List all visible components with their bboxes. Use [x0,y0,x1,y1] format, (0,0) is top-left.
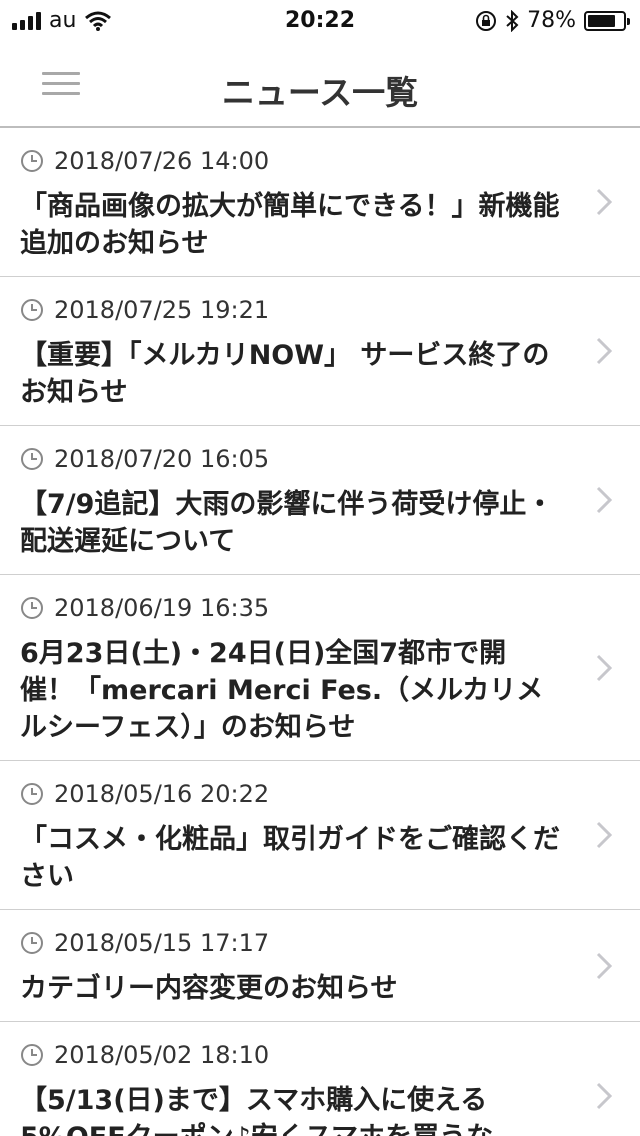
news-date: 2018/05/15 17:17 [54,929,270,957]
clock-icon [21,299,43,321]
news-title: 6月23日(土)・24日(日)全国7都市で開催！「mercari Merci F… [20,638,544,743]
chevron-right-icon [596,1082,612,1110]
battery-icon [584,10,630,31]
battery-fill [588,14,615,27]
news-date: 2018/05/02 18:10 [54,1041,270,1069]
news-date-row: 2018/06/19 16:35 [20,593,560,623]
clock-icon [21,1044,43,1066]
news-date: 2018/07/25 19:21 [54,296,270,324]
status-right: 78% [475,8,630,33]
orientation-lock-icon [476,10,497,31]
news-title: 【7/9追記】大雨の影響に伴う荷受け停止・配送遅延について [20,489,554,557]
bluetooth-icon [506,9,519,32]
news-item[interactable]: 2018/05/02 18:10 【5/13(日)まで】スマホ購入に使える5%O… [0,1022,640,1136]
news-date: 2018/07/20 16:05 [54,445,270,473]
chevron-right-icon [596,821,612,849]
page-title: ニュース一覧 [221,73,419,112]
chevron-right-icon [596,188,612,216]
news-date: 2018/05/16 20:22 [54,780,270,808]
news-date-row: 2018/07/25 19:21 [20,295,560,325]
status-bar: au 20:22 78% [0,0,640,40]
news-title: カテゴリー内容変更のお知らせ [20,973,398,1004]
news-list: 2018/07/26 14:00 「商品画像の拡大が簡単にできる！」新機能追加の… [0,128,640,1136]
news-date-row: 2018/07/20 16:05 [20,444,560,474]
news-date-row: 2018/05/15 17:17 [20,928,560,958]
news-date-row: 2018/07/26 14:00 [20,146,560,176]
clock-icon [21,932,43,954]
chevron-right-icon [596,654,612,681]
news-date: 2018/07/26 14:00 [54,147,270,175]
chevron-right-icon [596,952,612,979]
news-item[interactable]: 2018/05/15 17:17 カテゴリー内容変更のお知らせ [0,910,640,1022]
news-item[interactable]: 2018/07/25 19:21 【重要】「メルカリNOW」 サービス終了のお知… [0,277,640,426]
news-title: 【重要】「メルカリNOW」 サービス終了のお知らせ [20,340,550,408]
news-title: 【5/13(日)まで】スマホ購入に使える5%OFFクーポン♪安くスマホを買うな [20,1085,493,1136]
news-item[interactable]: 2018/06/19 16:35 6月23日(土)・24日(日)全国7都市で開催… [0,575,640,761]
clock-icon [21,783,43,805]
news-date: 2018/06/19 16:35 [54,594,270,622]
news-title: 「コスメ・化粧品」取引ガイドをご確認ください [20,824,560,892]
clock-icon [21,448,43,470]
news-date-row: 2018/05/02 18:10 [20,1040,560,1070]
chevron-right-icon [596,486,612,514]
battery-percent: 78% [527,8,576,33]
clock-icon [21,597,43,619]
news-item[interactable]: 2018/07/26 14:00 「商品画像の拡大が簡単にできる！」新機能追加の… [0,128,640,277]
chevron-right-icon [596,337,612,365]
clock-icon [21,150,43,172]
news-title: 「商品画像の拡大が簡単にできる！」新機能追加のお知らせ [20,191,560,259]
news-item[interactable]: 2018/05/16 20:22 「コスメ・化粧品」取引ガイドをご確認ください [0,761,640,910]
news-item[interactable]: 2018/07/20 16:05 【7/9追記】大雨の影響に伴う荷受け停止・配送… [0,426,640,575]
navigation-bar: ニュース一覧 [0,40,640,128]
news-date-row: 2018/05/16 20:22 [20,779,560,809]
